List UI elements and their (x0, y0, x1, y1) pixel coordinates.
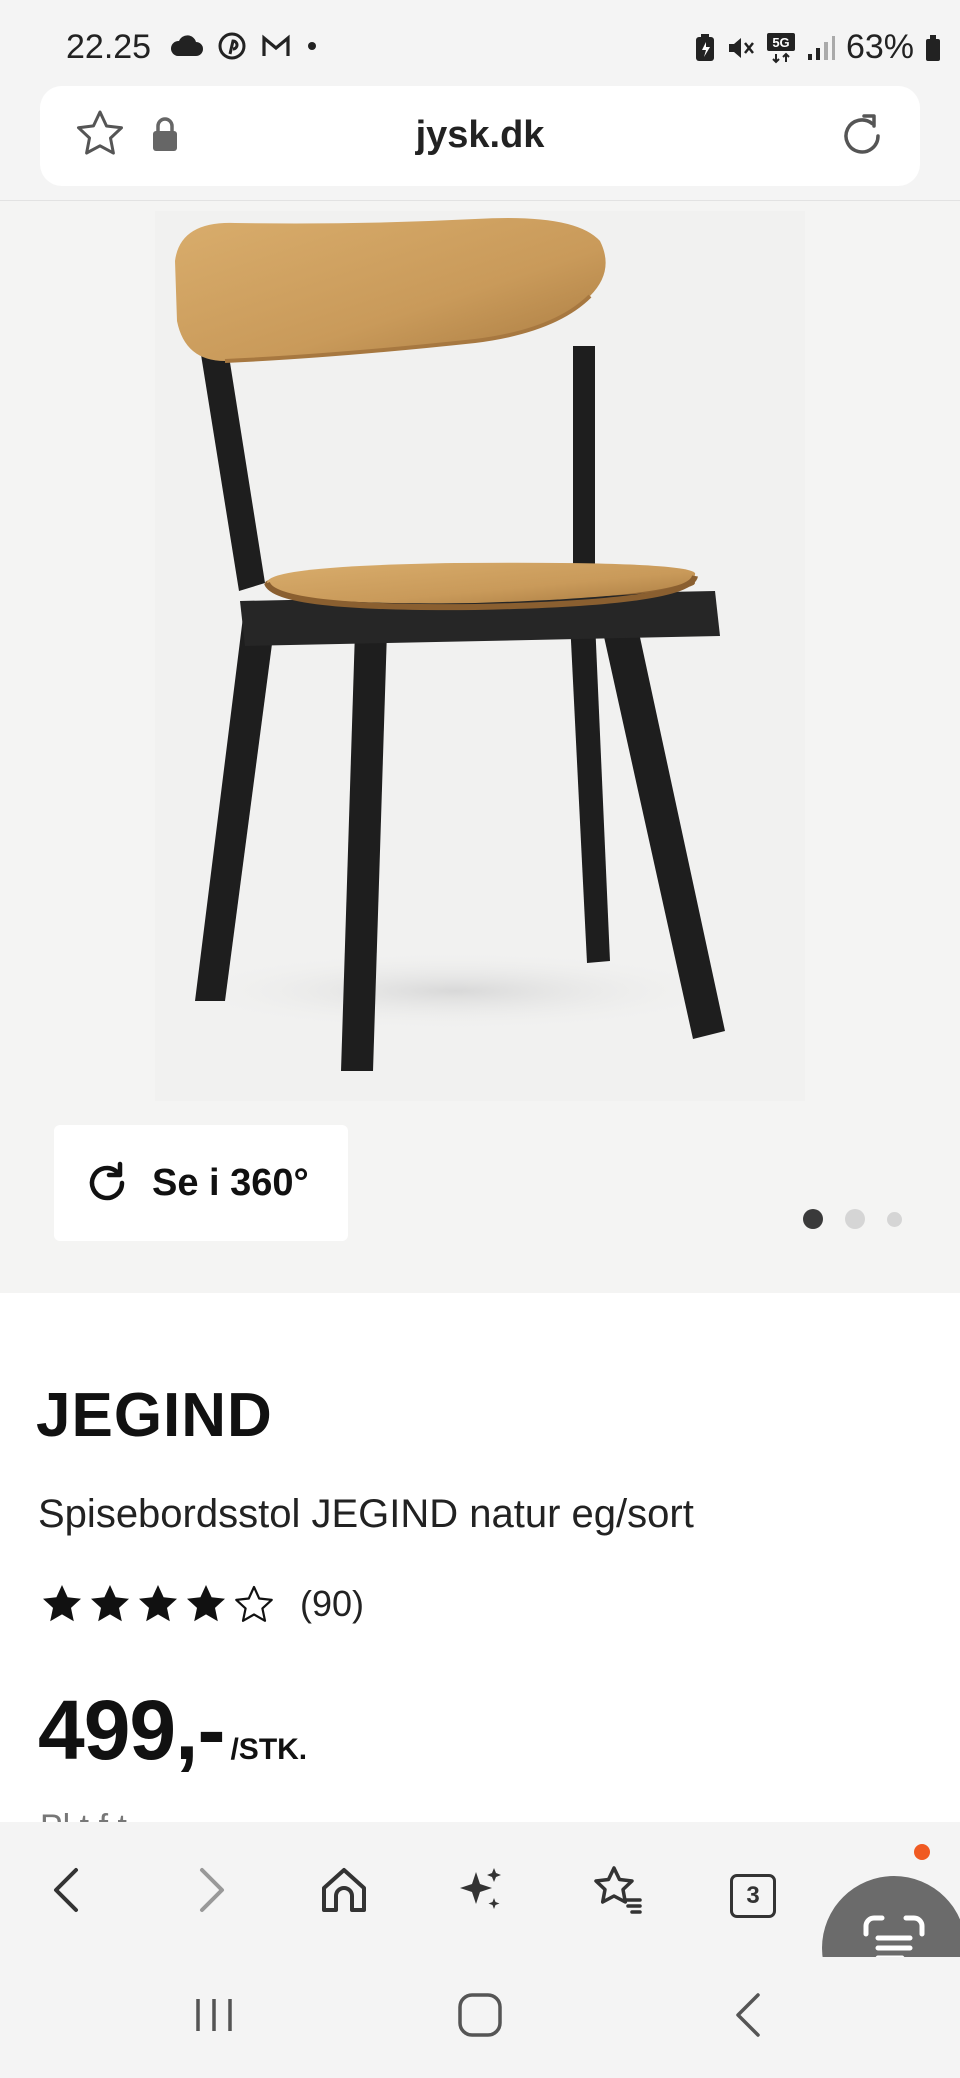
address-bar[interactable]: jysk.dk (40, 86, 920, 186)
reload-icon[interactable] (834, 108, 890, 164)
star-filled-icon (187, 1585, 225, 1622)
star-filled-icon (43, 1585, 81, 1622)
pinterest-icon (218, 32, 246, 60)
home-nav-icon[interactable] (456, 1991, 504, 2039)
home-icon[interactable] (316, 1862, 372, 1918)
price-unit: /STK. (230, 1733, 308, 1766)
gallery-dot-3[interactable] (887, 1211, 902, 1227)
back-icon[interactable] (40, 1862, 96, 1918)
bookmarks-icon[interactable] (588, 1862, 644, 1918)
notification-dot (914, 1844, 930, 1860)
star-filled-icon (91, 1585, 129, 1622)
star-filled-icon (139, 1585, 177, 1622)
price-value: 499,- (38, 1683, 225, 1777)
system-navigation (0, 1957, 960, 2078)
browser-toolbar: 3 (0, 1822, 960, 1957)
cloud-icon (170, 35, 203, 57)
5g-icon: 5G (766, 32, 795, 63)
product-subtitle: Spisebordsstol JEGIND natur eg/sort (38, 1492, 694, 1536)
status-time: 22.25 (66, 28, 152, 66)
rating-count[interactable]: (90) (300, 1583, 364, 1625)
ai-sparkle-icon[interactable] (452, 1862, 508, 1918)
svg-text:5G: 5G (772, 35, 789, 50)
recent-apps-icon[interactable] (190, 1991, 238, 2039)
gallery-pagination[interactable] (803, 1209, 902, 1229)
notification-icons (170, 28, 319, 62)
forward-icon[interactable] (182, 1862, 238, 1918)
product-gallery[interactable]: Se i 360° (0, 201, 960, 1293)
back-nav-icon[interactable] (726, 1991, 774, 2039)
battery-icon (926, 34, 940, 61)
rotate-icon (89, 1161, 125, 1201)
mute-icon (728, 37, 754, 58)
product-rating[interactable]: (90) (40, 1582, 364, 1626)
view-360-button[interactable]: Se i 360° (54, 1125, 348, 1241)
chair-illustration (175, 217, 735, 1071)
product-price: 499,- /STK. (38, 1682, 307, 1779)
product-brand: JEGIND (36, 1381, 273, 1450)
rating-stars (40, 1582, 276, 1626)
browser-header: jysk.dk (0, 70, 960, 201)
gallery-dot-2[interactable] (845, 1209, 865, 1229)
gallery-dot-1[interactable] (803, 1209, 823, 1229)
url-text[interactable]: jysk.dk (40, 114, 920, 157)
signal-icon (807, 35, 835, 60)
star-empty-icon (235, 1585, 273, 1622)
battery-saver-icon (695, 33, 714, 61)
status-right: 5G 63% (694, 28, 942, 67)
tabs-button[interactable]: 3 (730, 1874, 776, 1918)
gmail-icon (262, 34, 290, 57)
dot-icon (308, 42, 317, 51)
product-image[interactable] (155, 211, 805, 1101)
battery-percent: 63% (845, 28, 914, 66)
view-360-label: Se i 360° (152, 1161, 309, 1204)
